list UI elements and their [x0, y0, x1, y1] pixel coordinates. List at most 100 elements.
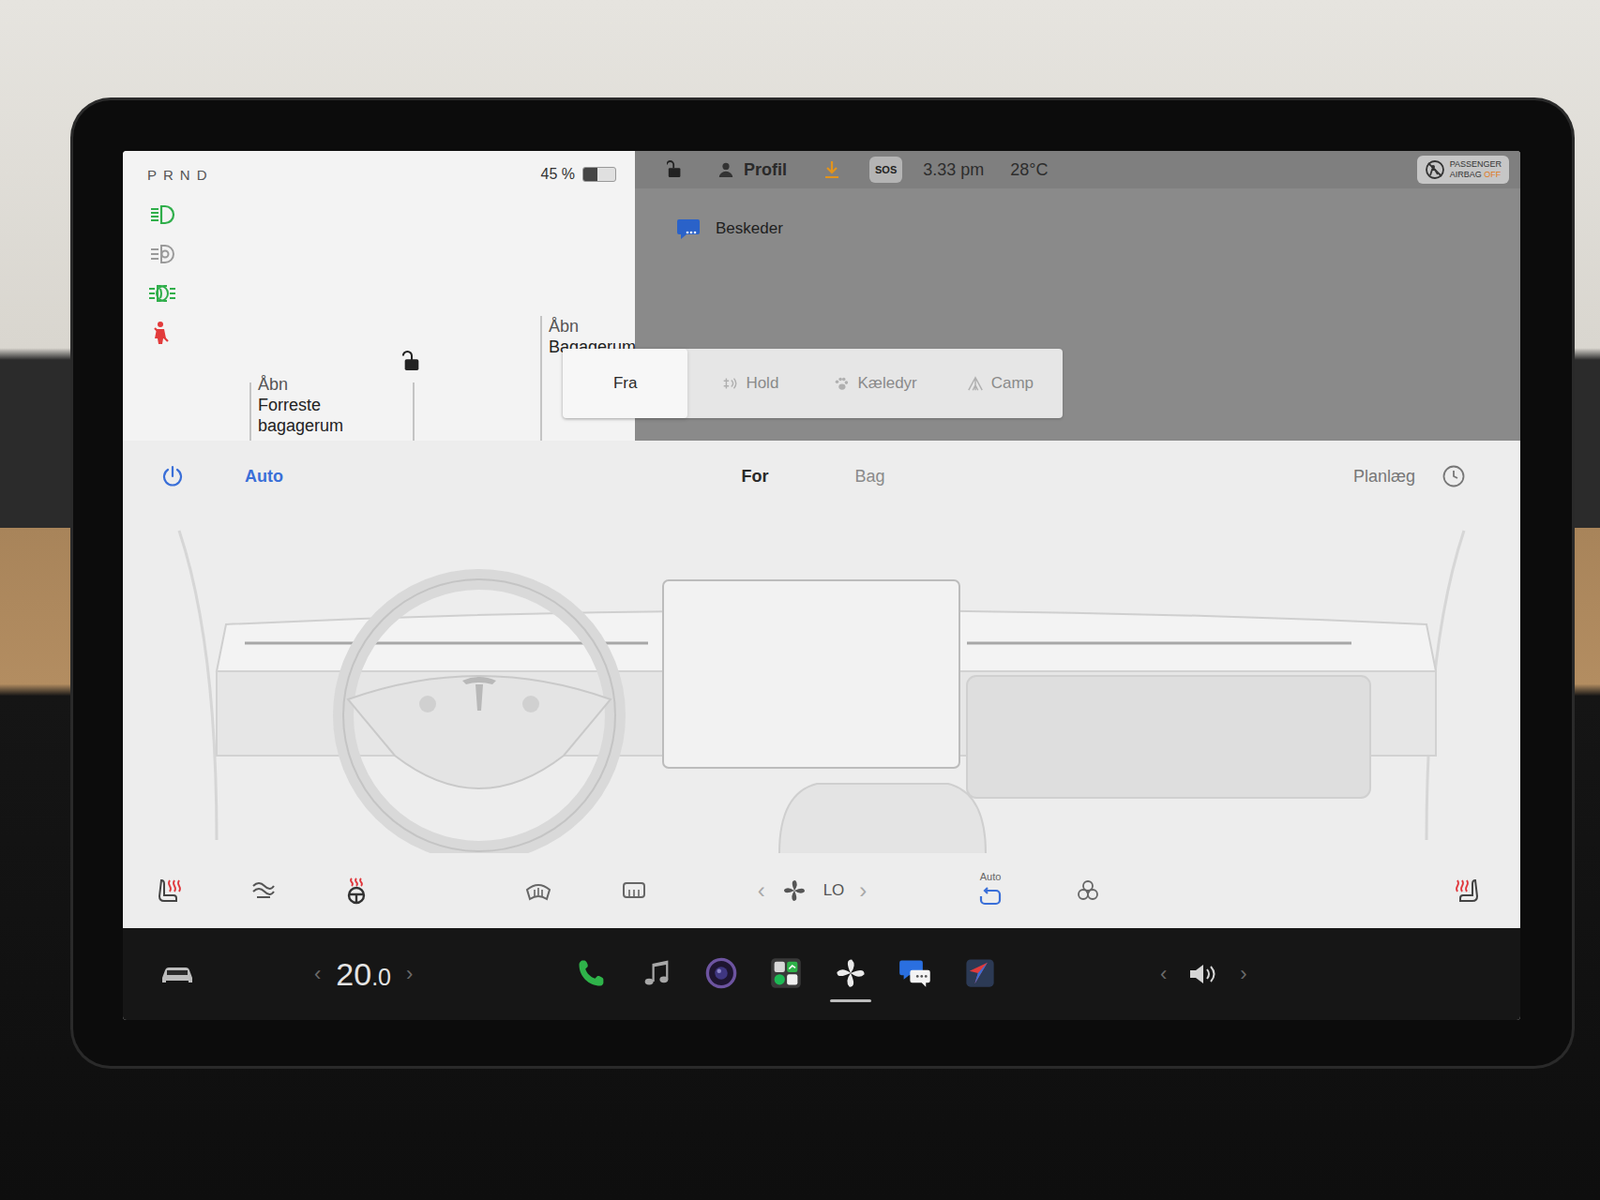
battery-status: 45 %: [541, 166, 617, 183]
recirculate-icon: [976, 883, 1005, 912]
option-label: Fra: [613, 374, 638, 393]
seatbelt-warning-icon: [147, 319, 178, 347]
car-status-panel: PRND45 %ÅbnForrestebagagerumÅbnBagagerum: [122, 150, 635, 441]
open-frunk-button[interactable]: ÅbnForrestebagagerum: [257, 374, 344, 437]
gear-letter: N: [180, 166, 192, 183]
zone-tab[interactable]: For: [740, 467, 769, 487]
battery-fill: [583, 167, 598, 182]
airflow-icon: [249, 876, 278, 906]
recirculate-control[interactable]: Auto: [961, 871, 1020, 912]
seat-heat-control[interactable]: [1436, 876, 1495, 906]
seat-heater-icon: [156, 876, 185, 906]
trunk-label: Åbn: [548, 316, 636, 337]
fan-decrease-button[interactable]: ‹: [757, 877, 766, 905]
rear-defrost-icon: [619, 876, 649, 906]
climate-keeper-option[interactable]: Hold: [687, 348, 813, 419]
fan-speed: LO: [823, 881, 846, 901]
touchscreen: PRND45 %ÅbnForrestebagagerumÅbnBagagerum…: [122, 150, 1521, 1021]
passenger-airbag-badge: PASSENGERAIRBAG OFF: [1417, 155, 1510, 184]
battery-reading: 45 %: [541, 166, 575, 183]
headlights-icon: [147, 201, 178, 228]
photo-background: PRND45 %ÅbnForrestebagagerumÅbnBagagerum…: [0, 0, 1600, 1200]
climate-keeper-option[interactable]: Fra: [562, 348, 688, 419]
schedule-group: Planlæg: [885, 464, 1466, 489]
camera-icon: [704, 956, 739, 991]
airbag-line: PASSENGER: [1449, 159, 1502, 170]
climate-keeper-option[interactable]: Camp: [937, 348, 1063, 419]
power-icon[interactable]: [160, 464, 185, 489]
fan-icon: [780, 876, 809, 906]
front-defrost-icon: [524, 876, 553, 906]
messages-button[interactable]: Beskeder: [634, 188, 1521, 242]
camera-app[interactable]: [700, 956, 742, 1003]
person-icon: [717, 161, 735, 179]
clock-icon[interactable]: [1441, 464, 1466, 489]
selected-indicator: [894, 999, 936, 1003]
selected-indicator: [959, 999, 1001, 1003]
apps-app[interactable]: [765, 956, 807, 1003]
dock-bar: ‹20.0›‹›: [122, 928, 1521, 1021]
volume-control: ‹›: [1160, 961, 1248, 988]
cabin-temperature: ‹20.0›: [314, 956, 455, 994]
fan-control[interactable]: ‹ LO ›: [727, 876, 897, 906]
seat-heat-control[interactable]: [141, 876, 200, 906]
phone-app[interactable]: [571, 956, 613, 1003]
battery-icon: [582, 166, 617, 182]
airbag-line: AIRBAG OFF: [1449, 169, 1502, 181]
selected-indicator: [700, 999, 742, 1003]
profile-label: Profil: [743, 160, 787, 181]
auto-high-beam-icon: [147, 241, 178, 268]
music-app[interactable]: [635, 956, 678, 1003]
climate-panel: Auto For Bag Planlæg ‹ LO › Auto: [122, 440, 1521, 929]
rear-defrost-control[interactable]: [604, 876, 664, 906]
trunk-label: bagagerum: [257, 415, 344, 437]
screen-bezel: PRND45 %ÅbnForrestebagagerumÅbnBagagerum…: [73, 100, 1572, 1067]
fan-increase-button[interactable]: ›: [859, 877, 867, 905]
app-launcher: [571, 947, 1001, 1003]
volume-down-button[interactable]: ‹: [1160, 962, 1167, 987]
option-label: Camp: [991, 374, 1034, 393]
messages-title: Beskeder: [715, 219, 784, 239]
temperature-down-button[interactable]: ‹: [314, 962, 321, 987]
temperature-decimal: .0: [371, 964, 392, 991]
unlocked-padlock-icon[interactable]: [401, 349, 423, 373]
airbag-state: OFF: [1483, 169, 1501, 180]
music-icon: [639, 956, 674, 991]
seat-heater-icon: [1451, 876, 1480, 906]
trunk-label: Forreste: [257, 394, 344, 416]
airflow-control[interactable]: [234, 876, 293, 906]
profile-button[interactable]: Profil: [717, 160, 787, 181]
wheel-heat-control[interactable]: [327, 876, 386, 906]
airbag-off-icon: [1424, 159, 1446, 181]
status-bar: ProfilSOS3.33 pm28°CPASSENGERAIRBAG OFF: [634, 150, 1521, 189]
download-update-icon[interactable]: [822, 159, 842, 181]
biohazard-icon: [1073, 876, 1102, 906]
selected-indicator: [765, 999, 807, 1003]
bioweapon-mode-control[interactable]: [1058, 876, 1117, 906]
climate-icon: [833, 956, 868, 991]
selected-indicator: [571, 999, 613, 1003]
volume-up-button[interactable]: ›: [1239, 962, 1247, 987]
option-label: Hold: [745, 374, 779, 393]
selected-indicator: [635, 999, 678, 1003]
speaker-icon[interactable]: [1187, 961, 1220, 988]
paw-icon: [832, 375, 850, 393]
navigation-icon: [963, 956, 997, 991]
tent-icon: [966, 375, 984, 393]
messages-icon: [898, 956, 933, 991]
climate-keeper-option[interactable]: Kæledyr: [813, 348, 938, 419]
auto-climate-button[interactable]: Auto: [244, 467, 284, 487]
sos-button[interactable]: SOS: [869, 156, 903, 183]
temperature-up-button[interactable]: ›: [406, 962, 413, 987]
gear-indicator: PRND: [147, 166, 209, 183]
schedule-button[interactable]: Planlæg: [1353, 467, 1416, 487]
clock-time: 3.33 pm: [922, 160, 984, 181]
front-defrost-control[interactable]: [509, 876, 568, 906]
zone-tab[interactable]: Bag: [854, 467, 885, 487]
climate-app[interactable]: [830, 956, 872, 1003]
messages-app[interactable]: [894, 956, 936, 1003]
car-icon[interactable]: [158, 963, 197, 986]
unlocked-lock-icon[interactable]: [666, 160, 684, 180]
navigation-app[interactable]: [959, 956, 1001, 1003]
climate-keeper-menu: Fra Hold Kæledyr Camp: [562, 348, 1063, 419]
